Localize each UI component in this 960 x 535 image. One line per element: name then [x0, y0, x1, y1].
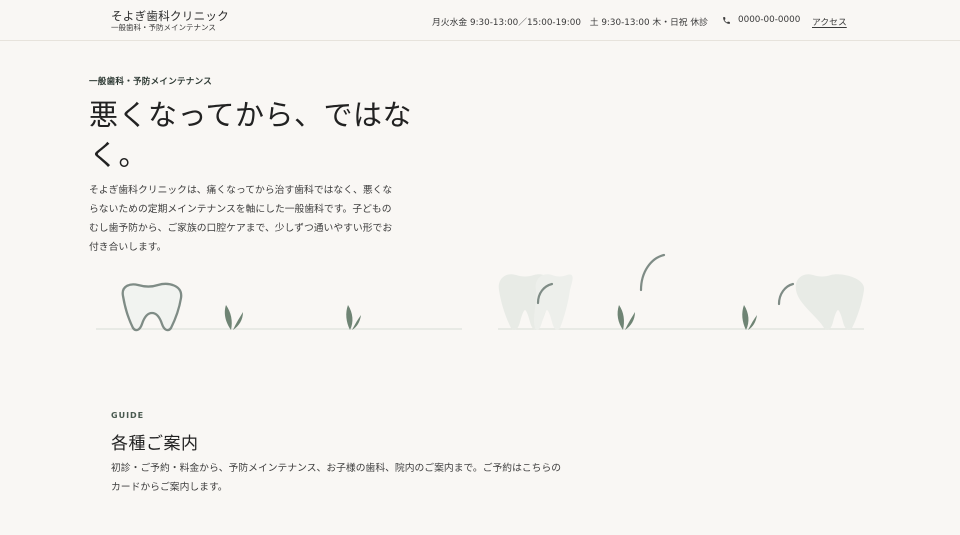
hero-title: 悪くなってから、ではなく。	[89, 98, 413, 172]
access-link[interactable]: アクセス	[812, 15, 847, 28]
opening-hours: 月火水金 9:30-13:00／15:00-19:00 土 9:30-13:00…	[432, 18, 708, 28]
guide-description: 初診・ご予約・料金から、予防メインテナンス、お子様の歯科、院内のご案内まで。ご予…	[111, 463, 562, 493]
hero-description: そよぎ歯科クリニックは、痛くなってから治す歯科ではなく、悪くならないための定期メ…	[89, 185, 393, 253]
phone-icon	[723, 16, 730, 24]
tooth-icon	[121, 282, 183, 332]
brand-subtitle: 一般歯科・予防メインテナンス	[111, 23, 216, 32]
site-header: そよぎ歯科クリニック 一般歯科・予防メインテナンス 月火水金 9:30-13:0…	[0, 0, 960, 41]
phone-contact[interactable]: 0000-00-0000	[722, 15, 800, 25]
arc-icon	[639, 253, 666, 292]
arc-icon	[777, 282, 795, 306]
brand-logo[interactable]: そよぎ歯科クリニック 一般歯科・予防メインテナンス	[111, 10, 229, 33]
leaf-icon	[617, 305, 624, 330]
faded-tooth-icon	[795, 274, 865, 330]
leaf-icon	[224, 305, 232, 330]
leaf-icon	[625, 312, 635, 330]
guide-title: 各種ご案内	[111, 434, 199, 454]
hero-eyebrow: 一般歯科・予防メインテナンス	[89, 77, 213, 87]
guide-eyebrow: GUIDE	[111, 411, 145, 420]
leaf-icon	[233, 312, 243, 330]
brand-name: そよぎ歯科クリニック	[111, 9, 229, 23]
hero-illustration	[96, 253, 865, 332]
leaf-icon	[742, 305, 749, 330]
leaf-icon	[346, 305, 353, 330]
leaf-icon	[748, 315, 757, 330]
leaf-icon	[352, 315, 361, 330]
phone-number: 0000-00-0000	[738, 15, 801, 25]
faded-tooth-icon	[534, 274, 573, 330]
